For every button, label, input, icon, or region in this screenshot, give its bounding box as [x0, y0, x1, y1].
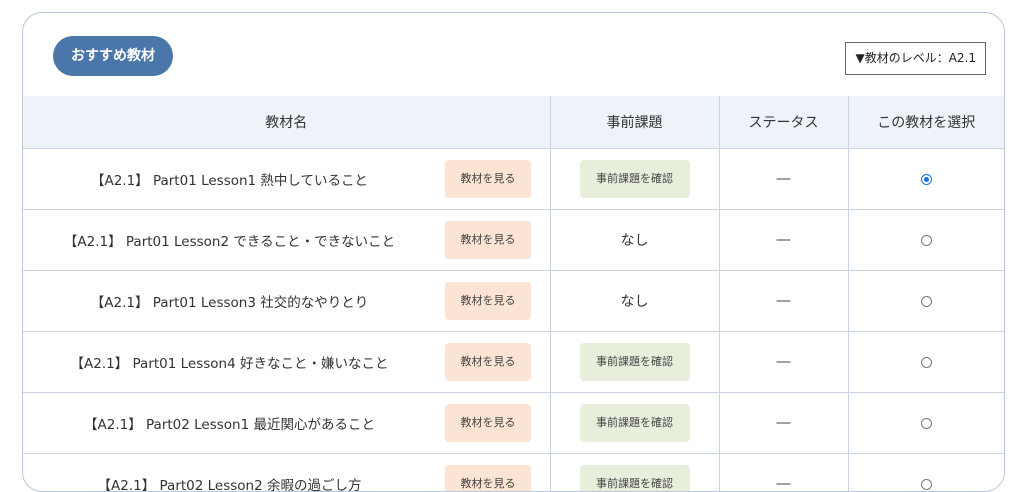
status-cell: ―	[719, 210, 848, 271]
recommended-badge: おすすめ教材	[53, 36, 173, 76]
select-material-radio[interactable]	[921, 296, 932, 307]
status-text: ―	[777, 476, 791, 492]
table-row: 【A2.1】 Part02 Lesson1 最近関心があること教材を見る事前課題…	[23, 393, 1004, 454]
column-header-select: この教材を選択	[848, 96, 1004, 149]
status-text: ―	[777, 232, 791, 248]
material-name-cell: 【A2.1】 Part02 Lesson2 余暇の過ごし方教材を見る	[23, 454, 550, 492]
pre-task-cell: 事前課題を確認	[550, 393, 719, 454]
view-material-button[interactable]: 教材を見る	[445, 160, 531, 198]
select-cell	[848, 454, 1004, 492]
table-row: 【A2.1】 Part01 Lesson1 熱中していること教材を見る事前課題を…	[23, 149, 1004, 210]
column-header-task: 事前課題	[550, 96, 719, 149]
lesson-title: 【A2.1】 Part01 Lesson4 好きなこと・嫌いなこと	[23, 352, 436, 372]
view-material-button[interactable]: 教材を見る	[445, 343, 531, 381]
check-pre-task-button[interactable]: 事前課題を確認	[580, 343, 690, 381]
pre-task-cell: 事前課題を確認	[550, 332, 719, 393]
table-row: 【A2.1】 Part01 Lesson3 社交的なやりとり教材を見る なし ―	[23, 271, 1004, 332]
check-pre-task-button[interactable]: 事前課題を確認	[580, 160, 690, 198]
table-row: 【A2.1】 Part02 Lesson2 余暇の過ごし方教材を見る 事前課題を確…	[23, 454, 1004, 492]
lesson-title: 【A2.1】 Part01 Lesson3 社交的なやりとり	[23, 291, 436, 311]
status-cell: ―	[719, 393, 848, 454]
material-name-cell: 【A2.1】 Part01 Lesson3 社交的なやりとり教材を見る	[23, 271, 550, 332]
select-material-radio[interactable]	[921, 174, 932, 185]
pre-task-cell: 事前課題を確認	[550, 454, 719, 492]
table-row: 【A2.1】 Part01 Lesson4 好きなこと・嫌いなこと教材を見る事前…	[23, 332, 1004, 393]
select-cell	[848, 210, 1004, 271]
pre-task-none-text: なし	[621, 233, 649, 249]
material-name-cell: 【A2.1】 Part01 Lesson4 好きなこと・嫌いなこと教材を見る	[23, 332, 550, 393]
lesson-title: 【A2.1】 Part02 Lesson2 余暇の過ごし方	[23, 474, 436, 492]
status-cell: ―	[719, 332, 848, 393]
check-pre-task-button[interactable]: 事前課題を確認	[580, 465, 690, 492]
status-text: ―	[777, 354, 791, 370]
view-material-button[interactable]: 教材を見る	[445, 282, 531, 320]
select-cell	[848, 332, 1004, 393]
pre-task-cell: なし	[550, 271, 719, 332]
material-name-cell: 【A2.1】 Part01 Lesson2 できること・できないこと教材を見る	[23, 210, 550, 271]
status-text: ―	[777, 293, 791, 309]
select-cell	[848, 271, 1004, 332]
view-material-button[interactable]: 教材を見る	[445, 404, 531, 442]
table-header-row: 教材名 事前課題 ステータス この教材を選択	[23, 96, 1004, 149]
select-material-radio[interactable]	[921, 235, 932, 246]
view-material-button[interactable]: 教材を見る	[445, 465, 531, 492]
recommended-materials-panel: おすすめ教材 ▼教材のレベル：A2.1 教材名 事前課題 ステータス この教材を…	[22, 12, 1005, 492]
status-cell: ―	[719, 149, 848, 210]
level-filter-button[interactable]: ▼教材のレベル：A2.1	[845, 42, 986, 75]
lesson-title: 【A2.1】 Part02 Lesson1 最近関心があること	[23, 413, 436, 433]
view-material-button[interactable]: 教材を見る	[445, 221, 531, 259]
select-material-radio[interactable]	[921, 418, 932, 429]
column-header-name: 教材名	[23, 96, 550, 149]
table-row: 【A2.1】 Part01 Lesson2 できること・できないこと教材を見る な…	[23, 210, 1004, 271]
select-cell	[848, 149, 1004, 210]
select-material-radio[interactable]	[921, 479, 932, 490]
pre-task-cell: 事前課題を確認	[550, 149, 719, 210]
pre-task-none-text: なし	[621, 294, 649, 310]
column-header-status: ステータス	[719, 96, 848, 149]
select-cell	[848, 393, 1004, 454]
material-name-cell: 【A2.1】 Part02 Lesson1 最近関心があること教材を見る	[23, 393, 550, 454]
materials-table-body: 【A2.1】 Part01 Lesson1 熱中していること教材を見る事前課題を…	[23, 149, 1004, 492]
pre-task-cell: なし	[550, 210, 719, 271]
status-cell: ―	[719, 271, 848, 332]
lesson-title: 【A2.1】 Part01 Lesson1 熱中していること	[23, 169, 436, 189]
select-material-radio[interactable]	[921, 357, 932, 368]
materials-table: 教材名 事前課題 ステータス この教材を選択 【A2.1】 Part01 Les…	[23, 96, 1004, 492]
material-name-cell: 【A2.1】 Part01 Lesson1 熱中していること教材を見る	[23, 149, 550, 210]
lesson-title: 【A2.1】 Part01 Lesson2 できること・できないこと	[23, 230, 436, 250]
status-text: ―	[777, 415, 791, 431]
status-cell: ―	[719, 454, 848, 492]
status-text: ―	[777, 171, 791, 187]
check-pre-task-button[interactable]: 事前課題を確認	[580, 404, 690, 442]
